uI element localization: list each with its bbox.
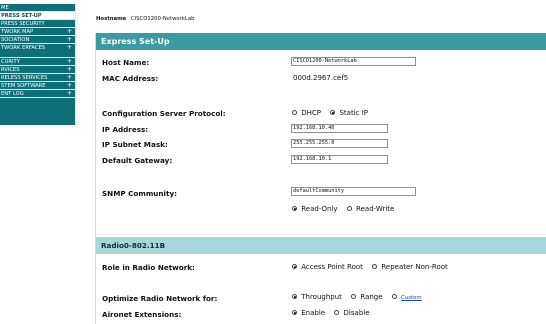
nav-item-network-map[interactable]: TWORK MAP + [0, 28, 75, 36]
read-write-option[interactable]: Read-Write [346, 205, 395, 213]
nav-item-home[interactable]: ME [0, 4, 75, 12]
nav-item-services[interactable]: RVICES + [0, 66, 75, 74]
nav-item-label: SOCIATION [1, 37, 30, 43]
mac-address-value: 000d.2967.cef5 [293, 74, 349, 82]
nav-expand-icon: + [66, 28, 72, 35]
nav-item-wireless-services[interactable]: RELESS SERVICES + [0, 74, 75, 82]
snmp-access-options: Read-Only Read-Write [292, 205, 401, 213]
nav-item-label: RELESS SERVICES [1, 75, 48, 81]
optimize-options: Throughput Range Custom [292, 293, 429, 301]
host-name-input[interactable]: CISCO1200-NetworkLab [291, 57, 416, 66]
nav-item-label: PRESS SET-UP [1, 13, 42, 19]
static-ip-radio-icon[interactable] [330, 110, 336, 115]
ip-address-input[interactable]: 192.168.10.40 [291, 124, 388, 133]
range-radio-icon[interactable] [351, 294, 357, 299]
enable-label: Enable [301, 309, 326, 317]
custom-link[interactable]: Custom [401, 295, 422, 301]
read-only-label: Read-Only [301, 205, 338, 213]
radio-section-title: Radio0-802.11B [96, 237, 546, 254]
nav-item-express-setup[interactable]: PRESS SET-UP [0, 12, 75, 20]
nav-expand-icon: + [66, 58, 72, 65]
nav-item-label: TWORK ERFACES [1, 45, 46, 51]
dhcp-option[interactable]: DHCP [292, 109, 321, 117]
read-only-radio-icon[interactable] [292, 206, 297, 211]
cisco-express-setup-page: ME PRESS SET-UP PRESS SECURITY TWORK MAP… [0, 0, 546, 324]
ip-subnet-mask-input[interactable]: 255.255.255.0 [291, 139, 388, 148]
nav-item-system-software[interactable]: STEM SOFTWARE + [0, 82, 75, 90]
mac-address-label: MAC Address: [102, 74, 159, 83]
nav-item-network-interfaces[interactable]: TWORK ERFACES + [0, 44, 75, 58]
role-in-radio-network-label: Role in Radio Network: [102, 263, 195, 272]
nav-item-label: PRESS SECURITY [1, 21, 45, 27]
nav-expand-icon: + [66, 36, 72, 43]
access-point-root-radio-icon[interactable] [292, 264, 297, 269]
enable-radio-icon[interactable] [292, 310, 297, 315]
enable-option[interactable]: Enable [292, 309, 325, 317]
throughput-label: Throughput [301, 293, 342, 301]
custom-radio-icon[interactable] [391, 294, 397, 299]
nav-expand-icon: + [66, 74, 72, 81]
express-setup-form: Express Set-Up Host Name: CISCO1200-Netw… [95, 33, 546, 324]
nav-item-label: STEM SOFTWARE [1, 83, 46, 89]
nav-expand-icon: + [66, 90, 72, 97]
nav-item-label: ME [1, 5, 9, 11]
nav-item-label: TWORK MAP [1, 29, 34, 35]
nav-item-express-security[interactable]: PRESS SECURITY [0, 20, 75, 28]
access-point-root-label: Access Point Root [301, 263, 363, 271]
access-point-root-option[interactable]: Access Point Root [292, 263, 363, 271]
hostname-bar: Hostname CISCO1200-NetworkLab [96, 16, 194, 22]
nav-expand-icon: + [66, 66, 72, 73]
default-gateway-label: Default Gateway: [102, 156, 173, 165]
disable-radio-icon[interactable] [334, 310, 340, 315]
range-label: Range [360, 293, 383, 301]
default-gateway-input[interactable]: 192.168.10.1 [291, 155, 388, 164]
custom-option[interactable]: Custom [391, 293, 422, 301]
disable-option[interactable]: Disable [334, 309, 370, 317]
nav-item-event-log[interactable]: ENT LOG + [0, 90, 75, 98]
throughput-radio-icon[interactable] [292, 294, 297, 299]
snmp-community-label: SNMP Community: [102, 189, 177, 198]
host-name-label: Host Name: [102, 58, 150, 67]
nav-item-label: CURITY [1, 59, 20, 65]
aironet-extensions-options: Enable Disable [292, 309, 377, 317]
dhcp-label: DHCP [301, 109, 321, 117]
nav-expand-icon: + [66, 44, 72, 51]
hostname-label: Hostname [96, 16, 127, 22]
configuration-server-protocol-label: Configuration Server Protocol: [102, 109, 226, 118]
nav-item-security[interactable]: CURITY + [0, 58, 75, 66]
ip-subnet-mask-label: IP Subnet Mask: [102, 140, 168, 149]
dhcp-radio-icon[interactable] [292, 110, 297, 115]
static-ip-label: Static IP [339, 109, 368, 117]
nav-item-label: ENT LOG [1, 91, 24, 97]
repeater-non-root-label: Repeater Non-Root [381, 263, 448, 271]
nav-expand-icon: + [66, 82, 72, 89]
snmp-community-input[interactable]: defaultCommunity [291, 187, 416, 196]
left-navigation: ME PRESS SET-UP PRESS SECURITY TWORK MAP… [0, 4, 76, 125]
nav-item-label: RVICES [1, 67, 20, 73]
optimize-radio-network-label: Optimize Radio Network for: [102, 294, 218, 303]
hostname-value: CISCO1200-NetworkLab [130, 16, 195, 22]
aironet-extensions-label: Aironet Extensions: [102, 310, 182, 319]
express-setup-title: Express Set-Up [96, 33, 546, 50]
read-write-label: Read-Write [356, 205, 395, 213]
disable-label: Disable [343, 309, 370, 317]
repeater-non-root-option[interactable]: Repeater Non-Root [372, 263, 448, 271]
range-option[interactable]: Range [351, 293, 383, 301]
read-only-option[interactable]: Read-Only [292, 205, 338, 213]
nav-item-association[interactable]: SOCIATION + [0, 36, 75, 44]
throughput-option[interactable]: Throughput [292, 293, 342, 301]
repeater-non-root-radio-icon[interactable] [372, 264, 378, 269]
radio-role-options: Access Point Root Repeater Non-Root [292, 263, 455, 271]
configuration-server-protocol-options: DHCP Static IP [292, 109, 375, 117]
read-write-radio-icon[interactable] [346, 206, 352, 211]
static-ip-option[interactable]: Static IP [330, 109, 368, 117]
ip-address-label: IP Address: [102, 125, 149, 134]
